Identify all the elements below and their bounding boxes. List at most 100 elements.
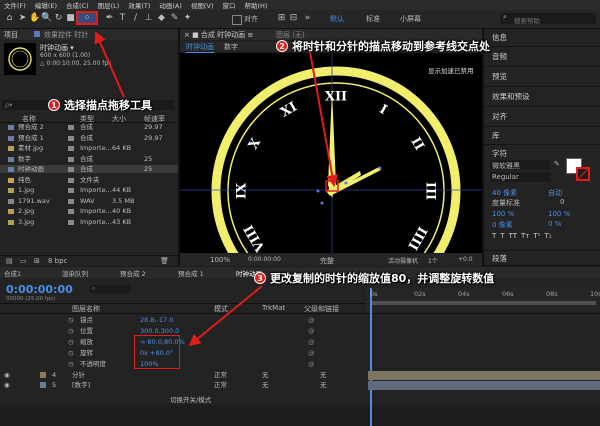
timeline-tab[interactable]: 合成1 [4, 268, 21, 278]
current-time[interactable]: 0:00:00:00 [248, 256, 281, 263]
visibility-icon[interactable]: ◉ [4, 370, 10, 380]
keyframe-marker[interactable]: I [370, 348, 372, 358]
interpret-icon[interactable]: ▤ [6, 257, 13, 265]
timeline-current-time[interactable]: 0:00:00:00 [6, 283, 73, 296]
parent-header[interactable]: 父级和链接 [304, 304, 339, 314]
library-panel[interactable]: 库 [484, 127, 600, 145]
bpc-label[interactable]: 8 bpc [48, 257, 67, 265]
menu-layer[interactable]: 图层(L) [98, 0, 120, 10]
view-count[interactable]: 1个 [428, 256, 438, 265]
project-item[interactable]: 3.jpg Importe... 43 KB [0, 218, 178, 226]
project-item[interactable]: 纯色 文件夹 [0, 176, 178, 184]
new-folder-icon[interactable]: ▭ [20, 257, 27, 265]
font-eyedropper-icon[interactable]: ✎ [554, 160, 560, 168]
vertical-scale-value[interactable]: 100 % [492, 210, 514, 218]
visibility-icon[interactable]: ◉ [4, 380, 10, 390]
mode-header[interactable]: 模式 [214, 304, 228, 314]
font-style-select[interactable]: Regular [490, 172, 550, 182]
label-color[interactable] [68, 198, 74, 204]
help-search-box[interactable]: ⌕ 搜索帮助 [500, 13, 596, 25]
clone-tool-icon[interactable]: ⊥ [143, 13, 154, 24]
menu-help[interactable]: 帮助(H) [244, 0, 267, 10]
menu-file[interactable]: 文件(F) [4, 0, 26, 10]
label-color[interactable] [68, 188, 74, 193]
pen-tool-icon[interactable]: ✒ [104, 13, 115, 24]
tab-clock-animation[interactable]: 时钟动画 [186, 42, 214, 53]
paragraph-panel[interactable]: 段落 [484, 250, 600, 266]
menu-window[interactable]: 窗口 [222, 0, 235, 10]
pickwhip-icon[interactable]: @ [308, 337, 315, 347]
project-item[interactable]: 时钟动画 合成 25 [0, 165, 178, 173]
tracking-value[interactable]: 0 [560, 198, 564, 206]
project-item[interactable]: 数字 合成 25 [0, 155, 178, 163]
tsume-value[interactable]: 0 % [548, 220, 561, 228]
all-caps-button[interactable]: TT [509, 232, 517, 240]
superscript-button[interactable]: T¹ [533, 232, 540, 240]
timeline-tab[interactable]: 预合成 2 [120, 268, 146, 278]
horizontal-scale-value[interactable]: 100 % [548, 210, 570, 218]
project-item[interactable]: 预合成 2 合成 29.97 [0, 123, 178, 131]
layer-name[interactable]: 分针 [72, 370, 85, 380]
layer-label-color[interactable] [40, 382, 46, 388]
snap-checkbox[interactable] [232, 15, 242, 25]
project-item[interactable]: 预合成 1 合成 29.97 [0, 134, 178, 142]
label-color[interactable] [68, 146, 74, 151]
project-item[interactable]: 1.jpg Importe... 44 KB [0, 186, 178, 194]
toggle-switches-modes[interactable]: 切换开关/模式 [170, 394, 211, 404]
kerning-value[interactable]: 度量标准 [492, 198, 520, 208]
font-size-value[interactable]: 40 像素 [492, 188, 517, 198]
effects-controls-tab[interactable]: 效果控件 时针 [44, 30, 88, 40]
menu-composition[interactable]: 合成(C) [66, 0, 89, 10]
project-item[interactable]: 2.jpg Importe... 40 KB [0, 207, 178, 215]
zoom-tool-icon[interactable]: 🔍 [41, 13, 52, 24]
property-value[interactable]: 28.8,-17.0 [140, 315, 173, 325]
zoom-level[interactable]: 100% [210, 256, 230, 264]
stopwatch-icon[interactable]: ◷ [68, 337, 74, 347]
project-item[interactable]: 素材.jpg Importe... 64 KB [0, 144, 178, 152]
rotate-tool-icon[interactable]: ↻ [53, 13, 64, 24]
camera-view[interactable]: 活动摄像机 [388, 256, 418, 265]
expand-icon[interactable]: » [302, 13, 313, 24]
project-tab[interactable]: 项目 [4, 30, 18, 40]
home-icon[interactable]: ⌂ [4, 13, 15, 24]
timeline-tab[interactable]: 渲染队列 [62, 268, 88, 278]
align-panel[interactable]: 对齐 [484, 107, 600, 127]
time-ruler[interactable]: 0s 02s 04s 06s 08s 10s [366, 288, 600, 426]
composition-panel-title[interactable]: × ■ 合成 时钟动画 ≡ [184, 30, 253, 40]
timeline-search[interactable]: ⌕ [90, 285, 130, 293]
label-color[interactable] [68, 156, 74, 162]
pickwhip-icon[interactable]: @ [308, 359, 315, 369]
stopwatch-icon[interactable]: ◷ [68, 326, 74, 336]
pickwhip-icon[interactable]: @ [308, 348, 315, 358]
work-area-bar[interactable] [370, 301, 596, 305]
preview-panel[interactable]: 预览 [484, 67, 600, 87]
effects-presets-panel[interactable]: 效果和预设 [484, 87, 600, 107]
layer-parent[interactable]: 无 [320, 370, 327, 380]
audio-panel[interactable]: 音频 [484, 47, 600, 67]
label-color[interactable] [68, 125, 74, 130]
menu-animation[interactable]: 动画(A) [159, 0, 182, 10]
layer-trkmat[interactable]: 无 [262, 370, 269, 380]
keyframe-marker[interactable]: I [370, 315, 372, 325]
brush-tool-icon[interactable]: / [130, 13, 141, 24]
layer-name-header[interactable]: 图层名称 [72, 304, 100, 314]
stopwatch-icon[interactable]: ◷ [68, 315, 74, 325]
faux-italic-button[interactable]: T [500, 232, 504, 240]
camera-tool-icon[interactable]: ■ [65, 13, 76, 24]
fill-stroke-swatch[interactable] [566, 158, 592, 182]
faux-bold-button[interactable]: T [492, 232, 496, 240]
roto-tool-icon[interactable]: ✎ [169, 13, 180, 24]
snap-options-icon[interactable]: ⊞ [276, 13, 287, 24]
delete-icon[interactable]: 🗑 [160, 257, 169, 265]
composition-viewer[interactable]: 显示加速已禁用 XII I II III IIII VIII IX X XI [180, 53, 482, 253]
workspace-small[interactable]: 小屏幕 [400, 14, 421, 24]
subscript-button[interactable]: T₁ [544, 232, 551, 240]
label-color[interactable] [68, 167, 74, 172]
layer-bar-4[interactable] [368, 371, 600, 380]
layer-mode[interactable]: 正常 [214, 370, 227, 380]
exposure[interactable]: +0.0 [458, 256, 473, 263]
workspace-default[interactable]: 默认 [330, 14, 344, 24]
timeline-tab[interactable]: 预合成 1 [178, 268, 204, 278]
pickwhip-icon[interactable]: @ [308, 315, 315, 325]
stopwatch-icon[interactable]: ◷ [68, 359, 74, 369]
